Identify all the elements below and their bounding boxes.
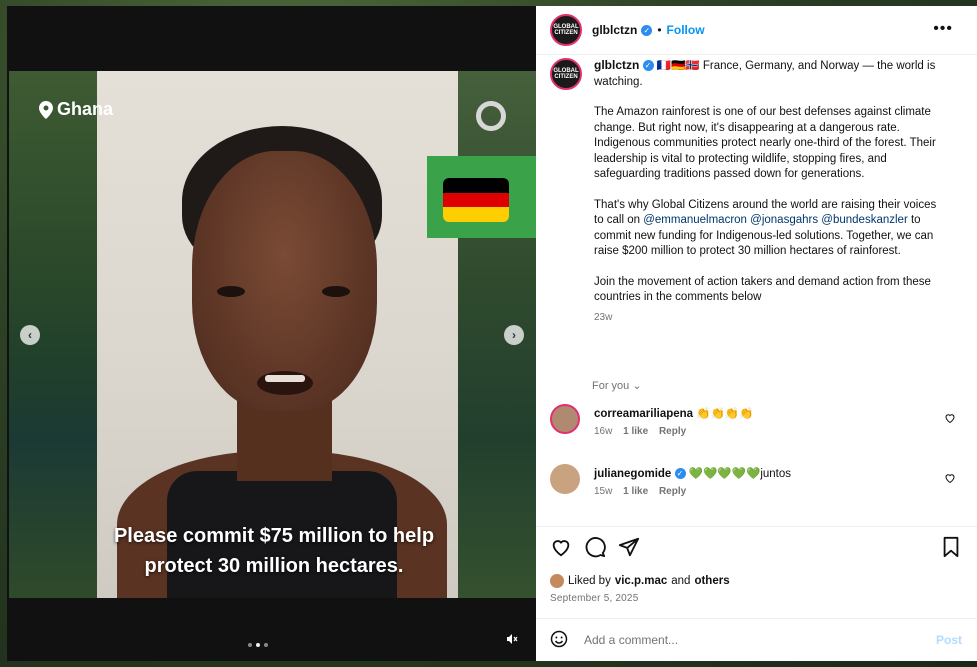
like-comment-heart-icon[interactable] bbox=[944, 472, 956, 484]
chevron-left-icon: ‹ bbox=[28, 328, 32, 342]
verified-badge-icon: ✓ bbox=[641, 24, 653, 36]
verified-badge-icon: ✓ bbox=[642, 60, 654, 72]
post-comment-button[interactable]: Post bbox=[936, 633, 962, 647]
prev-slide-button[interactable]: ‹ bbox=[20, 325, 40, 345]
comment-body: 💚💚💚💚💚juntos bbox=[688, 468, 792, 480]
share-send-icon[interactable] bbox=[618, 536, 640, 558]
post-media[interactable]: Ghana ‹ › Please commit $75 million to h… bbox=[9, 71, 536, 598]
divider bbox=[536, 526, 977, 527]
post-header: GLOBAL CITIZEN glblctzn ✓ • Follow ••• bbox=[536, 6, 977, 55]
mute-icon bbox=[507, 634, 518, 644]
caption-line-1: Please commit $75 million to help bbox=[113, 525, 435, 547]
add-comment-input[interactable]: Add a comment... bbox=[584, 633, 678, 647]
caption-author-avatar[interactable]: GLOBAL CITIZEN bbox=[550, 58, 582, 90]
mention-link[interactable]: @emmanuelmacron bbox=[643, 214, 747, 226]
save-bookmark-icon[interactable] bbox=[940, 536, 962, 558]
post-age: 23w bbox=[594, 311, 613, 323]
video-caption: Please commit $75 million to help protec… bbox=[49, 521, 499, 581]
avatar-logo: GLOBAL CITIZEN bbox=[553, 68, 579, 80]
header-separator: • bbox=[657, 23, 662, 37]
author-username[interactable]: glblctzn bbox=[592, 23, 637, 37]
next-slide-button[interactable]: › bbox=[504, 325, 524, 345]
carousel-dot bbox=[264, 643, 268, 647]
comment-body: 👏👏👏👏 bbox=[696, 408, 754, 420]
mention-link[interactable]: @jonasgahrs bbox=[750, 214, 818, 226]
flag-stripe-gold bbox=[443, 207, 509, 222]
comment-bubble-icon[interactable] bbox=[584, 536, 606, 558]
avatar-logo: GLOBAL CITIZEN bbox=[553, 24, 579, 36]
like-comment-heart-icon[interactable] bbox=[944, 412, 956, 424]
post-sidebar: GLOBAL CITIZEN glblctzn ✓ • Follow ••• G… bbox=[536, 6, 977, 661]
liker-avatar bbox=[550, 574, 564, 588]
country-flags: 🇫🇷🇩🇪🇳🇴 bbox=[656, 60, 700, 72]
comment-sort-dropdown[interactable]: For you ⌄ bbox=[592, 379, 642, 392]
flag-stripe-black bbox=[443, 178, 509, 193]
comment-text: correamariliapena 👏👏👏👏 bbox=[594, 406, 754, 420]
caption-body: glblctzn ✓ 🇫🇷🇩🇪🇳🇴 France, Germany, and N… bbox=[594, 58, 944, 325]
like-heart-icon[interactable] bbox=[550, 536, 572, 558]
comment-meta: 16w 1 like Reply bbox=[594, 426, 694, 437]
location-pin-icon bbox=[39, 100, 53, 119]
flag-stripe-red bbox=[443, 192, 509, 208]
location-label: Ghana bbox=[57, 99, 114, 119]
caption-paragraph-2: The Amazon rainforest is one of our best… bbox=[594, 106, 936, 180]
add-comment-bar: Add a comment... Post bbox=[550, 628, 962, 652]
divider bbox=[536, 618, 977, 619]
sort-label: For you bbox=[592, 380, 630, 392]
author-avatar[interactable]: GLOBAL CITIZEN bbox=[550, 14, 582, 46]
caption-paragraph-3: That's why Global Citizens around the wo… bbox=[594, 198, 944, 260]
mention-link[interactable]: @bundeskanzler bbox=[821, 214, 907, 226]
verified-badge-icon: ✓ bbox=[674, 468, 686, 480]
caption-paragraph-4: Join the movement of action takers and d… bbox=[594, 275, 931, 304]
follow-button[interactable]: Follow bbox=[667, 23, 705, 37]
germany-flag-icon bbox=[443, 178, 509, 222]
liked-by-user[interactable]: vic.p.mac bbox=[615, 575, 667, 587]
ring-icon bbox=[476, 101, 506, 131]
liked-by-others[interactable]: others bbox=[694, 575, 729, 587]
commenter-avatar[interactable] bbox=[550, 464, 580, 494]
liked-by: Liked by vic.p.mac and others bbox=[550, 574, 730, 588]
person-eye-left bbox=[217, 286, 245, 297]
liked-by-prefix: Liked by bbox=[568, 575, 611, 587]
post-actions bbox=[550, 536, 962, 562]
comment-text: julianegomide ✓ 💚💚💚💚💚juntos bbox=[594, 466, 791, 480]
commenter-avatar[interactable] bbox=[550, 404, 580, 434]
chevron-right-icon: › bbox=[512, 328, 516, 342]
liked-by-and: and bbox=[671, 575, 691, 587]
comment-age: 15w bbox=[594, 486, 613, 497]
person-eye-right bbox=[322, 286, 350, 297]
post-date: September 5, 2025 bbox=[550, 593, 639, 604]
comment-username[interactable]: julianegomide bbox=[594, 468, 671, 480]
carousel-dots bbox=[248, 643, 268, 647]
emoji-icon[interactable] bbox=[550, 630, 568, 648]
video-frame bbox=[97, 71, 458, 598]
reply-button[interactable]: Reply bbox=[659, 426, 686, 437]
comment-likes[interactable]: 1 like bbox=[623, 426, 648, 437]
person-teeth bbox=[265, 375, 305, 382]
flag-card bbox=[427, 156, 536, 238]
carousel-dot-active bbox=[256, 643, 260, 647]
carousel-dot bbox=[248, 643, 252, 647]
chevron-down-icon: ⌄ bbox=[632, 380, 642, 392]
mute-button[interactable] bbox=[506, 633, 518, 648]
comment-username[interactable]: correamariliapena bbox=[594, 408, 693, 420]
reply-button[interactable]: Reply bbox=[659, 486, 686, 497]
caption-line-2: protect 30 million hectares. bbox=[144, 555, 404, 577]
caption-username[interactable]: glblctzn bbox=[594, 58, 639, 72]
location-tag: Ghana bbox=[39, 99, 113, 120]
more-options-icon[interactable]: ••• bbox=[933, 20, 953, 38]
comment-meta: 15w 1 like Reply bbox=[594, 486, 694, 497]
comment-age: 16w bbox=[594, 426, 613, 437]
comment-likes[interactable]: 1 like bbox=[623, 486, 648, 497]
